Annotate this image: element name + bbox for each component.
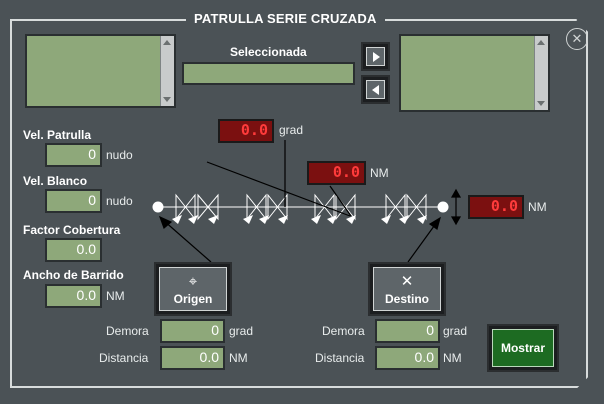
leg-arrow: [172, 215, 182, 224]
leg-arrow: [417, 215, 427, 224]
leg-arrow: [243, 215, 253, 224]
destino-demora-label: Demora: [322, 324, 365, 338]
mostrar-label: Mostrar: [492, 329, 554, 367]
destino-demora-unit: grad: [443, 324, 468, 338]
width-arrow-down: [450, 216, 462, 226]
origen-demora-label: Demora: [106, 324, 149, 338]
origin-pointer: [162, 219, 212, 263]
origen-distancia-label: Distancia: [99, 351, 149, 365]
origen-distancia-field[interactable]: 0.0: [160, 346, 225, 370]
distance-unit: NM: [370, 166, 389, 180]
destination-point: [437, 201, 449, 213]
destination-pointer: [407, 221, 438, 263]
destino-label: Destino: [384, 292, 429, 306]
x-mark-icon: ✕: [400, 273, 414, 290]
distance-pointer: [329, 185, 352, 217]
origen-demora-unit: grad: [229, 324, 254, 338]
patrol-panel: PATRULLA SERIE CRUZADA ✕ Seleccionada Ve…: [0, 0, 604, 404]
origen-demora-field[interactable]: 0: [160, 319, 225, 343]
mostrar-button[interactable]: Mostrar: [487, 324, 559, 372]
leg-arrow: [346, 215, 356, 224]
origen-label: Origen: [173, 292, 213, 306]
destino-distancia-field[interactable]: 0.0: [375, 346, 440, 370]
leg-arrow: [208, 215, 218, 224]
crosshair-icon: ⌖: [188, 273, 198, 290]
width-display: 0.0: [468, 195, 524, 219]
origin-point: [152, 201, 164, 213]
angle-display: 0.0: [218, 119, 274, 143]
destino-demora-field[interactable]: 0: [375, 319, 440, 343]
destino-distancia-unit: NM: [443, 351, 462, 365]
origen-button[interactable]: ⌖ Origen: [154, 262, 232, 316]
destination-arrow-head: [428, 216, 441, 230]
width-arrow-up: [450, 188, 462, 198]
destino-distancia-label: Distancia: [315, 351, 365, 365]
angle-unit: grad: [279, 123, 304, 137]
distance-display: 0.0: [307, 161, 366, 185]
leg-arrow: [399, 215, 409, 224]
destino-button[interactable]: ✕ Destino: [368, 262, 446, 316]
leg-arrow: [278, 215, 288, 224]
origen-distancia-unit: NM: [229, 351, 248, 365]
width-unit: NM: [528, 200, 547, 214]
leg-arrow: [311, 215, 321, 224]
